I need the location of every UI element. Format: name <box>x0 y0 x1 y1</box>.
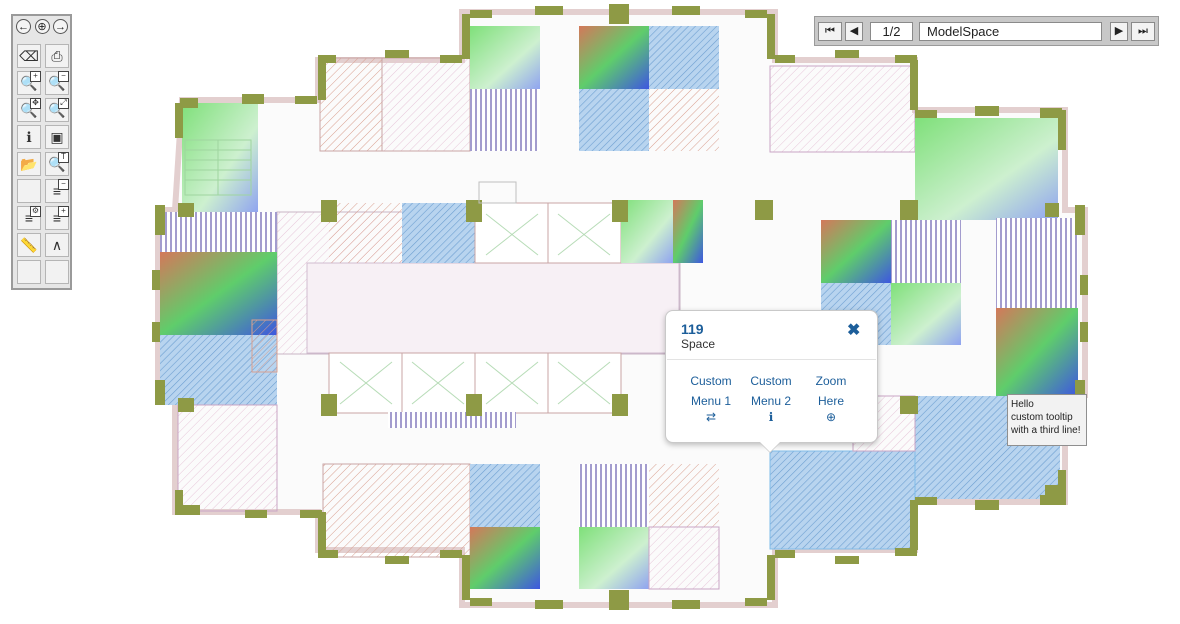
swap-arrows-icon: ⇄ <box>705 410 717 424</box>
prev-page-button[interactable]: ◀ <box>845 22 863 41</box>
custom-tooltip: Hello custom tooltip with a third line! <box>1007 394 1087 446</box>
tool-panel: ← ⊕ → ⌫ ⎙ 🔍 + 🔍 − 🔍 ✥ 🔍 ⤢ ℹ ▣ 📂 🔍 T ≡ − ≡ ⚙ ≡ + 📏 ∧ <box>11 14 72 290</box>
close-icon[interactable]: ✖ <box>847 320 860 340</box>
last-page-button[interactable]: ⏭ <box>1131 22 1155 41</box>
tool-badge: ⤢ <box>58 98 69 109</box>
zoom-in-icon: ⊕ <box>825 410 837 424</box>
zoom-window-icon[interactable]: 🔍 ✥ <box>17 98 41 122</box>
info-circle-icon: ℹ <box>768 410 774 424</box>
tool-badge: + <box>58 206 69 217</box>
popup-subtitle: Space <box>681 337 716 351</box>
layer-add-icon[interactable]: ≡ + <box>45 206 69 230</box>
info-icon[interactable]: ℹ <box>17 125 41 149</box>
blank-tool-icon[interactable] <box>17 179 41 203</box>
first-page-button[interactable]: ⏮ <box>818 22 842 41</box>
tool-badge: ⚙ <box>30 206 41 217</box>
zoom-here-button[interactable]: Zoom Here ⊕ <box>801 371 861 423</box>
floor-plan-canvas[interactable] <box>0 0 1180 624</box>
tool-badge: + <box>30 71 41 82</box>
layers-color-icon[interactable]: ▣ <box>45 125 69 149</box>
custom-menu-1-line1: Custom <box>690 374 732 388</box>
zoom-out-icon[interactable]: 🔍 − <box>45 71 69 95</box>
page-navigator: ⏮ ◀ 1/2 ModelSpace ▶ ⏭ <box>814 16 1159 46</box>
measure-ruler-icon[interactable]: 📏 <box>17 233 41 257</box>
zoom-extents-icon[interactable]: 🔍 ⤢ <box>45 98 69 122</box>
printer-icon[interactable]: ⎙ <box>45 44 69 68</box>
tool-badge: − <box>58 179 69 190</box>
tooltip-line-1: Hello <box>1011 399 1034 410</box>
tooltip-line-3: with a third line! <box>1011 425 1081 436</box>
blank-tool-2-icon[interactable] <box>17 260 41 284</box>
compass-icon[interactable]: ∧ <box>45 233 69 257</box>
custom-menu-2-button[interactable]: Custom Menu 2 ℹ <box>741 371 801 423</box>
layer-remove-icon[interactable]: ≡ − <box>45 179 69 203</box>
page-number-field[interactable]: 1/2 <box>870 22 913 41</box>
pan-nav-row: ← ⊕ → <box>16 19 68 37</box>
space-info-popup: 119 Space ✖ Custom Menu 1 ⇄ Custom Menu … <box>665 310 878 443</box>
zoom-here-line2: Here <box>817 394 844 408</box>
layer-settings-icon[interactable]: ≡ ⚙ <box>17 206 41 230</box>
open-folder-icon[interactable]: 📂 <box>17 152 41 176</box>
eraser-icon[interactable]: ⌫ <box>17 44 41 68</box>
tooltip-line-2: custom tooltip <box>1011 412 1073 423</box>
zoom-in-icon[interactable]: 🔍 + <box>17 71 41 95</box>
zoom-here-line1: Zoom <box>815 374 847 388</box>
next-page-button[interactable]: ▶ <box>1110 22 1128 41</box>
layout-name-field[interactable]: ModelSpace <box>919 22 1102 41</box>
search-text-icon[interactable]: 🔍 T <box>45 152 69 176</box>
custom-menu-1-button[interactable]: Custom Menu 1 ⇄ <box>681 371 741 423</box>
custom-menu-2-line2: Menu 2 <box>750 394 792 408</box>
blank-tool-3-icon[interactable] <box>45 260 69 284</box>
pan-all-icon[interactable]: ⊕ <box>34 19 50 34</box>
tool-badge: − <box>58 71 69 82</box>
custom-menu-2-line1: Custom <box>750 374 792 388</box>
popup-title: 119 <box>681 321 704 337</box>
pan-right-icon[interactable]: → <box>53 19 68 34</box>
popup-divider <box>667 359 876 360</box>
custom-menu-1-line2: Menu 1 <box>690 394 732 408</box>
pan-left-icon[interactable]: ← <box>16 19 31 34</box>
tool-badge: ✥ <box>30 98 41 109</box>
tool-badge: T <box>58 152 69 163</box>
